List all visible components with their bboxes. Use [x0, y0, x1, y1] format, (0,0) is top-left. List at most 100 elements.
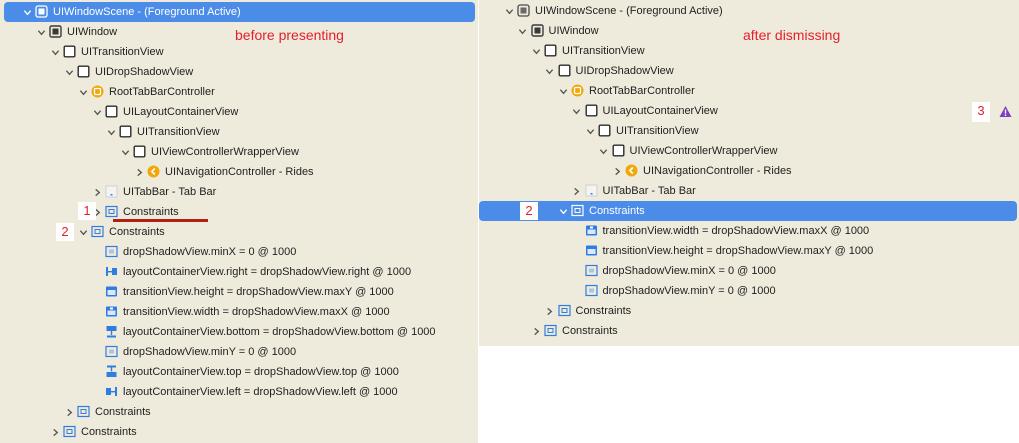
- constraints-icon: [63, 425, 76, 438]
- disclosure-expanded-icon[interactable]: [518, 26, 528, 36]
- disclosure-expanded-icon[interactable]: [572, 106, 582, 116]
- hierarchy-row[interactable]: Constraints: [479, 201, 1017, 221]
- scene-icon: [35, 5, 48, 18]
- constraints-icon: [544, 324, 557, 337]
- disclosure-expanded-icon[interactable]: [599, 146, 609, 156]
- disclosure-expanded-icon[interactable]: [531, 46, 541, 56]
- hierarchy-row[interactable]: UIViewControllerWrapperView: [479, 141, 1019, 161]
- hierarchy-row[interactable]: dropShadowView.minY = 0 @ 1000: [0, 342, 478, 362]
- row-label: UINavigationController - Rides: [643, 165, 792, 177]
- row-label: UITransitionView: [616, 125, 699, 137]
- row-label: UILayoutContainerView: [602, 105, 718, 117]
- disclosure-collapsed-icon[interactable]: [64, 407, 74, 417]
- hierarchy-row[interactable]: layoutContainerView.left = dropShadowVie…: [0, 382, 478, 402]
- disclosure-collapsed-icon[interactable]: [545, 306, 555, 316]
- warning-triangle-icon[interactable]: [999, 105, 1012, 118]
- hierarchy-row[interactable]: layoutContainerView.top = dropShadowView…: [0, 362, 478, 382]
- row-label: Constraints: [81, 426, 137, 438]
- hierarchy-row[interactable]: RootTabBarController: [479, 81, 1019, 101]
- disclosure-collapsed-icon[interactable]: [50, 427, 60, 437]
- row-label: UITransitionView: [562, 45, 645, 57]
- hierarchy-row[interactable]: layoutContainerView.bottom = dropShadowV…: [0, 322, 478, 342]
- disclosure-expanded-icon[interactable]: [106, 127, 116, 137]
- disclosure-expanded-icon[interactable]: [36, 27, 46, 37]
- marker-2-right: 2: [520, 202, 538, 220]
- disclosure-expanded-icon[interactable]: [64, 67, 74, 77]
- row-label: UINavigationController - Rides: [165, 166, 314, 178]
- hierarchy-row[interactable]: UITabBar - Tab Bar: [479, 181, 1019, 201]
- row-label: transitionView.width = dropShadowView.ma…: [123, 306, 390, 318]
- hierarchy-row[interactable]: UILayoutContainerView: [0, 102, 478, 122]
- hierarchy-row[interactable]: UIDropShadowView: [479, 61, 1019, 81]
- hierarchy-row[interactable]: transitionView.height = dropShadowView.m…: [479, 241, 1019, 261]
- hierarchy-row[interactable]: Constraints: [479, 301, 1019, 321]
- view-icon: [77, 65, 90, 78]
- disclosure-collapsed-icon[interactable]: [531, 326, 541, 336]
- view-icon: [585, 104, 598, 117]
- hierarchy-row[interactable]: UITabBar - Tab Bar: [0, 182, 478, 202]
- window-icon: [49, 25, 62, 38]
- hierarchy-row[interactable]: UINavigationController - Rides: [0, 162, 478, 182]
- hierarchy-row[interactable]: Constraints: [0, 422, 478, 442]
- disclosure-expanded-icon[interactable]: [50, 47, 60, 57]
- disclosure-collapsed-icon[interactable]: [134, 167, 144, 177]
- hierarchy-row[interactable]: UITransitionView: [0, 42, 478, 62]
- hierarchy-row[interactable]: UILayoutContainerView: [479, 101, 1019, 121]
- constraints-icon: [105, 205, 118, 218]
- hierarchy-row[interactable]: UITransitionView: [0, 122, 478, 142]
- disclosure-expanded-icon[interactable]: [78, 87, 88, 97]
- hierarchy-row[interactable]: UIDropShadowView: [0, 62, 478, 82]
- hierarchy-row[interactable]: dropShadowView.minX = 0 @ 1000: [0, 242, 478, 262]
- hierarchy-row[interactable]: UITransitionView: [479, 41, 1019, 61]
- row-label: transitionView.height = dropShadowView.m…: [123, 286, 394, 298]
- hierarchy-row[interactable]: UITransitionView: [479, 121, 1019, 141]
- disclosure-expanded-icon[interactable]: [558, 206, 568, 216]
- disclosure-expanded-icon[interactable]: [504, 6, 514, 16]
- hierarchy-row[interactable]: layoutContainerView.right = dropShadowVi…: [0, 262, 478, 282]
- constraints-icon: [91, 225, 104, 238]
- nav-controller-icon: [147, 165, 160, 178]
- window-icon: [530, 24, 544, 37]
- hierarchy-row[interactable]: RootTabBarController: [0, 82, 478, 102]
- constraints-icon: [77, 405, 90, 418]
- disclosure-expanded-icon[interactable]: [120, 147, 130, 157]
- row-label: transitionView.height = dropShadowView.m…: [602, 245, 874, 257]
- disclosure-expanded-icon[interactable]: [78, 227, 88, 237]
- hierarchy-row[interactable]: Constraints: [0, 402, 478, 422]
- hierarchy-row[interactable]: Constraints: [0, 202, 478, 222]
- disclosure-expanded-icon[interactable]: [585, 126, 595, 136]
- constraint-right-icon: [105, 265, 118, 278]
- row-label: transitionView.width = dropShadowView.ma…: [602, 225, 870, 237]
- left-hierarchy-panel: UIWindowScene - (Foreground Active) UIWin…: [0, 0, 478, 443]
- disclosure-expanded-icon[interactable]: [545, 66, 555, 76]
- hierarchy-row[interactable]: Constraints: [479, 321, 1019, 341]
- constraint-box-icon: [584, 284, 598, 297]
- hierarchy-row[interactable]: UINavigationController - Rides: [479, 161, 1019, 181]
- disclosure-expanded-icon[interactable]: [558, 86, 568, 96]
- hierarchy-row[interactable]: transitionView.height = dropShadowView.m…: [0, 282, 478, 302]
- nav-controller-icon: [625, 164, 638, 177]
- hierarchy-row[interactable]: UIWindowScene - (Foreground Active): [479, 1, 1019, 21]
- hierarchy-row[interactable]: transitionView.width = dropShadowView.ma…: [0, 302, 478, 322]
- row-label: layoutContainerView.right = dropShadowVi…: [123, 266, 412, 278]
- row-label: Constraints: [589, 205, 645, 217]
- hierarchy-row[interactable]: UIViewControllerWrapperView: [0, 142, 478, 162]
- hierarchy-row[interactable]: transitionView.width = dropShadowView.ma…: [479, 221, 1019, 241]
- row-label: Constraints: [95, 406, 151, 418]
- constraint-width-icon: [105, 305, 118, 318]
- hierarchy-row[interactable]: dropShadowView.minX = 0 @ 1000: [479, 261, 1019, 281]
- disclosure-expanded-icon[interactable]: [92, 107, 102, 117]
- row-label: layoutContainerView.bottom = dropShadowV…: [123, 326, 436, 338]
- row-label: UIWindowScene - (Foreground Active): [53, 6, 241, 18]
- tab-controller-icon: [571, 84, 584, 97]
- constraint-top-icon: [105, 365, 118, 378]
- disclosure-collapsed-icon[interactable]: [572, 186, 582, 196]
- hierarchy-row[interactable]: UIWindowScene - (Foreground Active): [4, 2, 475, 22]
- right-hierarchy-panel: UIWindowScene - (Foreground Active) UIWin…: [479, 0, 1019, 346]
- disclosure-collapsed-icon[interactable]: [612, 166, 622, 176]
- row-label: UIDropShadowView: [575, 65, 674, 77]
- hierarchy-row[interactable]: dropShadowView.minY = 0 @ 1000: [479, 281, 1019, 301]
- disclosure-expanded-icon[interactable]: [22, 7, 32, 17]
- disclosure-collapsed-icon[interactable]: [92, 187, 102, 197]
- constraint-box-icon: [105, 245, 118, 258]
